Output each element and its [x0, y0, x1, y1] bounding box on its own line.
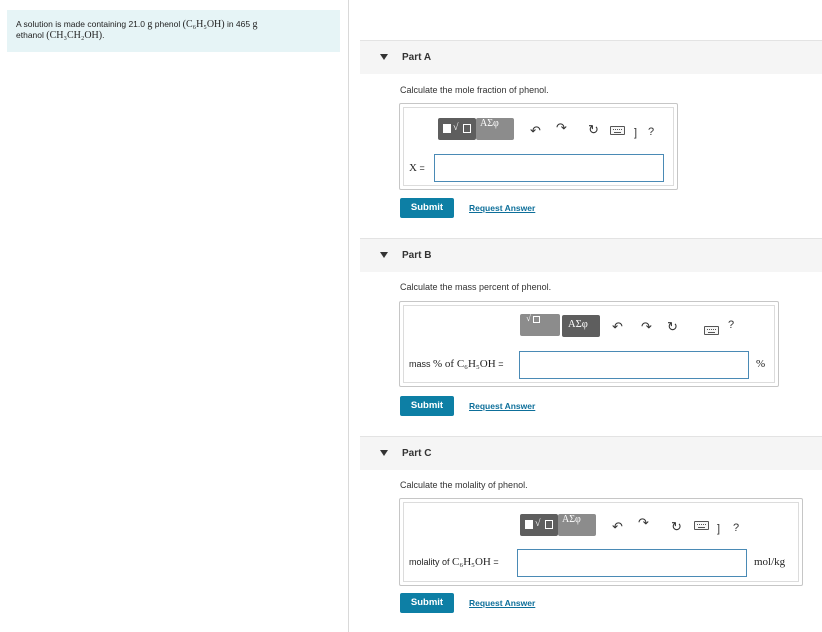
collapse-arrow-icon[interactable]: [380, 252, 388, 258]
keyboard-icon[interactable]: [610, 126, 625, 135]
part-c-request-answer-link[interactable]: Request Answer: [469, 598, 535, 608]
part-a-title: Part A: [402, 52, 432, 63]
bracket-icon: ]: [634, 127, 638, 139]
problem-panel: A solution is made containing 21.0 g phe…: [0, 0, 349, 632]
label-text: mass: [409, 359, 434, 369]
bracket-icon: ]: [717, 523, 721, 535]
problem-statement: A solution is made containing 21.0 g phe…: [7, 10, 340, 52]
equals-sign: =: [490, 557, 499, 567]
help-icon[interactable]: ?: [648, 125, 654, 139]
ethanol-formula: (CH₃CH₂OH): [46, 30, 103, 41]
keyboard-icon[interactable]: [704, 326, 719, 335]
problem-text: in 465: [224, 19, 253, 29]
part-b-prompt: Calculate the mass percent of phenol.: [400, 282, 552, 292]
percent-unit: %: [756, 358, 766, 370]
keyboard-icon[interactable]: [694, 521, 709, 530]
greek-symbols-button[interactable]: ΑΣφ: [562, 315, 600, 337]
redo-icon[interactable]: ↷: [556, 121, 567, 135]
problem-text: phenol: [152, 19, 183, 29]
molality-unit: mol/kg: [754, 556, 786, 568]
mass-percent-formula: % of C₆H₅OH: [433, 358, 496, 370]
part-a-header[interactable]: Part A: [360, 40, 822, 74]
problem-unit: g: [252, 19, 258, 30]
reset-icon[interactable]: ↻: [667, 320, 678, 334]
part-a-submit-button[interactable]: Submit: [400, 198, 454, 218]
phenol-formula: (C₆H₅OH): [182, 19, 225, 30]
problem-text: .: [102, 30, 105, 40]
sqrt-icon: √: [453, 122, 459, 133]
sqrt-icon: √: [535, 518, 541, 529]
collapse-arrow-icon[interactable]: [380, 54, 388, 60]
template-box-icon: [443, 124, 451, 133]
undo-icon[interactable]: ↶: [612, 520, 623, 534]
help-icon[interactable]: ?: [728, 318, 734, 332]
undo-icon[interactable]: ↶: [612, 320, 623, 334]
problem-text: A solution is made containing 21.0: [16, 19, 148, 29]
phenol-formula: C₆H₅OH: [452, 556, 491, 568]
equals-sign: =: [495, 359, 504, 369]
problem-text: ethanol: [16, 30, 47, 40]
mole-fraction-symbol: X: [409, 162, 417, 174]
help-icon[interactable]: ?: [733, 521, 739, 535]
greek-symbols-button[interactable]: ΑΣφ: [558, 514, 596, 536]
reset-icon[interactable]: ↻: [671, 520, 682, 534]
collapse-arrow-icon[interactable]: [380, 450, 388, 456]
templates-button[interactable]: √: [520, 514, 558, 536]
redo-icon[interactable]: ↷: [638, 516, 649, 530]
template-box-icon: [545, 520, 553, 529]
part-b-submit-button[interactable]: Submit: [400, 396, 454, 416]
greek-icon: ΑΣφ: [562, 514, 581, 525]
sqrt-icon: √: [526, 313, 531, 323]
redo-icon[interactable]: ↷: [641, 320, 652, 334]
label-text: molality of: [409, 557, 453, 567]
part-b-title: Part B: [402, 250, 432, 261]
template-box-icon: [463, 124, 471, 133]
part-a-prompt: Calculate the mole fraction of phenol.: [400, 85, 549, 95]
template-box-icon: [533, 316, 540, 323]
part-a-request-answer-link[interactable]: Request Answer: [469, 203, 535, 213]
part-b-request-answer-link[interactable]: Request Answer: [469, 401, 535, 411]
mass-percent-input[interactable]: [519, 351, 749, 379]
greek-symbols-button[interactable]: ΑΣφ: [476, 118, 514, 140]
mole-fraction-input[interactable]: [434, 154, 664, 182]
part-c-header[interactable]: Part C: [360, 436, 822, 470]
part-b-label: mass % of C₆H₅OH =: [409, 358, 503, 370]
part-c-submit-button[interactable]: Submit: [400, 593, 454, 613]
part-c-title: Part C: [402, 448, 432, 459]
part-b-header[interactable]: Part B: [360, 238, 822, 272]
templates-button[interactable]: √: [438, 118, 476, 140]
template-box-icon: [525, 520, 533, 529]
part-c-prompt: Calculate the molality of phenol.: [400, 480, 528, 490]
greek-icon: ΑΣφ: [568, 319, 588, 330]
equals-sign: =: [416, 163, 425, 173]
part-a-label: X =: [409, 162, 425, 174]
molality-input[interactable]: [517, 549, 747, 577]
undo-icon[interactable]: ↶: [530, 124, 541, 138]
part-c-label: molality of C₆H₅OH =: [409, 556, 499, 568]
reset-icon[interactable]: ↻: [588, 123, 599, 137]
greek-icon: ΑΣφ: [480, 118, 499, 129]
templates-button[interactable]: √: [520, 313, 560, 336]
